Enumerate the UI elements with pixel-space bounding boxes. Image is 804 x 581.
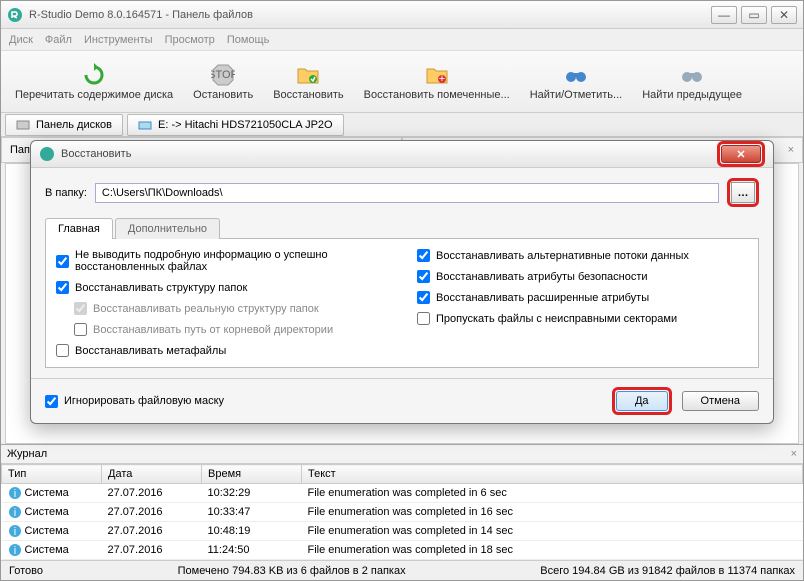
svg-text:+: + [438,73,444,85]
journal-row[interactable]: iСистема27.07.201610:32:29File enumerati… [2,484,803,503]
journal-title: Журнал [7,448,47,460]
col-date[interactable]: Дата [102,465,202,484]
folder-recover-icon [296,63,320,87]
info-icon: i [8,524,22,538]
svg-text:i: i [13,545,15,557]
ok-button[interactable]: Да [616,391,668,411]
menu-disk[interactable]: Диск [9,34,33,46]
window-title: R-Studio Demo 8.0.164571 - Панель файлов [29,9,711,21]
ignore-mask-checkbox[interactable] [45,395,58,408]
opt-restore-struct[interactable]: Восстанавливать структуру папок [56,281,387,294]
status-total: Всего 194.84 GB из 91842 файлов в 11374 … [540,565,795,577]
dialog-close-button[interactable]: ✕ [721,145,761,163]
ignore-mask-label: Игнорировать файловую маску [64,395,224,407]
recover-dialog: Восстановить ✕ В папку: … Главная Дополн… [30,140,774,424]
stop-icon: STOP [211,63,235,87]
reread-button[interactable]: Перечитать содержимое диска [5,61,183,103]
binoculars-icon [564,63,588,87]
journal-row[interactable]: iСистема27.07.201610:48:19File enumerati… [2,522,803,541]
col-type[interactable]: Тип [2,465,102,484]
opt-skip-bad[interactable]: Пропускать файлы с неисправными секторам… [417,312,748,325]
contents-pane-close[interactable]: × [788,144,794,156]
col-text[interactable]: Текст [302,465,803,484]
menu-help[interactable]: Помощь [227,34,270,46]
refresh-icon [82,63,106,87]
cancel-button[interactable]: Отмена [682,391,759,411]
journal-row[interactable]: iСистема27.07.201610:33:47File enumerati… [2,503,803,522]
opt-restore-ads[interactable]: Восстанавливать альтернативные потоки да… [417,249,748,262]
status-marked: Помечено 794.83 KB из 6 файлов в 2 папка… [43,565,540,577]
menu-view[interactable]: Просмотр [165,34,215,46]
tab-main[interactable]: Главная [45,218,113,239]
journal-panel: Журнал × Тип Дата Время Текст iСистема27… [1,444,803,560]
to-folder-label: В папку: [45,187,87,199]
tab-disks-panel[interactable]: Панель дисков [5,114,123,136]
opt-restore-meta[interactable]: Восстанавливать метафайлы [56,344,387,357]
find-mark-button[interactable]: Найти/Отметить... [520,61,632,103]
tab-drive[interactable]: E: -> Hitachi HDS721050CLA JP2O [127,114,344,136]
svg-text:i: i [13,507,15,519]
statusbar: Готово Помечено 794.83 KB из 6 файлов в … [1,560,803,580]
journal-table: Тип Дата Время Текст iСистема27.07.20161… [1,464,803,560]
output-path-input[interactable] [95,183,719,203]
browse-button[interactable]: … [731,182,755,203]
recover-button[interactable]: Восстановить [263,61,353,103]
tab-advanced[interactable]: Дополнительно [115,218,220,239]
menubar: Диск Файл Инструменты Просмотр Помощь [1,29,803,51]
minimize-button[interactable]: — [711,6,737,24]
folder-marked-icon: + [425,63,449,87]
opt-restore-root-path[interactable]: Восстанавливать путь от корневой директо… [74,323,387,336]
app-icon [7,7,23,23]
status-ready: Готово [9,565,43,577]
titlebar: R-Studio Demo 8.0.164571 - Панель файлов… [1,1,803,29]
toolbar: Перечитать содержимое диска STOP Останов… [1,51,803,113]
drive-icon [138,118,152,132]
journal-row[interactable]: iСистема27.07.201611:24:50File enumerati… [2,541,803,560]
stop-button[interactable]: STOP Остановить [183,61,263,103]
app-icon [39,146,55,162]
find-prev-button[interactable]: Найти предыдущее [632,61,752,103]
menu-tools[interactable]: Инструменты [84,34,153,46]
opt-restore-real-struct[interactable]: Восстанавливать реальную структуру папок [74,302,387,315]
dialog-titlebar: Восстановить ✕ [31,141,773,168]
binoculars-prev-icon [680,63,704,87]
recover-marked-button[interactable]: + Восстановить помеченные... [354,61,520,103]
opt-restore-ext[interactable]: Восстанавливать расширенные атрибуты [417,291,748,304]
dialog-title: Восстановить [61,148,717,160]
svg-text:i: i [13,488,15,500]
svg-text:STOP: STOP [211,69,235,81]
col-time[interactable]: Время [202,465,302,484]
disks-icon [16,118,30,132]
svg-text:i: i [13,526,15,538]
menu-file[interactable]: Файл [45,34,72,46]
tabs-row: Панель дисков E: -> Hitachi HDS721050CLA… [1,113,803,137]
opt-no-detailed[interactable]: Не выводить подробную информацию о успеш… [56,249,387,273]
opt-restore-sec[interactable]: Восстанавливать атрибуты безопасности [417,270,748,283]
info-icon: i [8,543,22,557]
close-button[interactable]: ✕ [771,6,797,24]
info-icon: i [8,486,22,500]
journal-close[interactable]: × [791,448,797,460]
info-icon: i [8,505,22,519]
maximize-button[interactable]: ▭ [741,6,767,24]
